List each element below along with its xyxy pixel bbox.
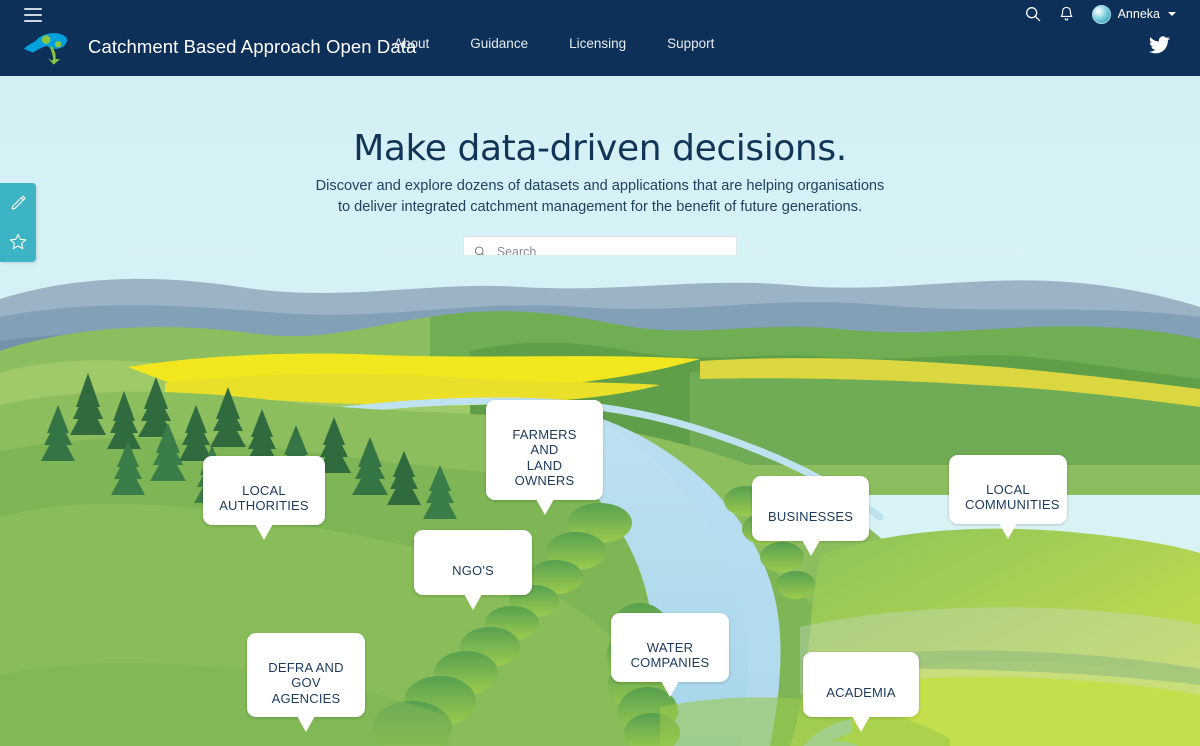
callout-label: LOCAL COMMUNITIES — [965, 481, 1060, 513]
callout-label: NGO'S — [452, 562, 494, 578]
callout-local-communities[interactable]: LOCAL COMMUNITIES — [949, 455, 1067, 538]
callout-water-companies[interactable]: WATER COMPANIES — [611, 613, 729, 696]
callout-academia[interactable]: ACADEMIA — [803, 652, 919, 732]
callout-ngos[interactable]: NGO'S — [414, 530, 532, 610]
pencil-edit-icon[interactable] — [10, 194, 27, 211]
callout-label: WATER COMPANIES — [630, 639, 710, 671]
hero-subtitle-line-2: to deliver integrated catchment manageme… — [337, 199, 863, 215]
search-icon[interactable] — [1025, 6, 1041, 22]
twitter-icon[interactable] — [1149, 36, 1170, 59]
callout-label: DEFRA AND GOV AGENCIES — [268, 659, 344, 706]
user-name-label: Anneka — [1117, 7, 1160, 21]
hero-section: Make data-driven decisions. Discover and… — [0, 76, 1200, 281]
bell-icon[interactable] — [1059, 6, 1074, 22]
nav-item-support[interactable]: Support — [667, 36, 714, 51]
hero-subtitle: Discover and explore dozens of datasets … — [0, 176, 1200, 218]
page-root: Catchment Based Approach Open Data About… — [0, 0, 1200, 746]
menu-bar-3 — [24, 20, 42, 22]
user-menu[interactable]: Anneka — [1091, 4, 1176, 24]
brand-title: Catchment Based Approach Open Data — [88, 36, 417, 57]
menu-bar-1 — [24, 8, 42, 10]
main-navigation: About Guidance Licensing Support — [394, 36, 714, 51]
menu-bar-2 — [24, 14, 42, 16]
side-tool-panel — [0, 183, 36, 262]
callout-label: FARMERS AND LAND OWNERS — [512, 426, 577, 489]
callout-local-authorities[interactable]: LOCAL AUTHORITIES — [203, 456, 325, 539]
callout-label: ACADEMIA — [826, 684, 896, 700]
header-utility-bar: Anneka — [1025, 0, 1176, 28]
callout-businesses[interactable]: BUSINESSES — [752, 476, 869, 556]
star-favorite-icon[interactable] — [9, 233, 27, 251]
nav-item-guidance[interactable]: Guidance — [470, 36, 528, 51]
callout-label: BUSINESSES — [768, 508, 854, 524]
chevron-down-icon — [1168, 12, 1176, 16]
site-header: Catchment Based Approach Open Data About… — [0, 0, 1200, 76]
page-title: Make data-driven decisions. — [353, 128, 847, 169]
hamburger-menu-icon[interactable] — [24, 4, 48, 26]
callout-label: LOCAL AUTHORITIES — [219, 482, 309, 514]
callout-farmers-land-owners[interactable]: FARMERS AND LAND OWNERS — [486, 400, 603, 514]
hero-subtitle-line-1: Discover and explore dozens of datasets … — [315, 178, 885, 194]
nav-item-about[interactable]: About — [394, 36, 429, 51]
user-avatar — [1091, 4, 1111, 24]
catchment-wave-logo — [23, 33, 67, 65]
nav-item-licensing[interactable]: Licensing — [569, 36, 626, 51]
callout-defra-gov-agencies[interactable]: DEFRA AND GOV AGENCIES — [247, 633, 365, 732]
brand-link[interactable]: Catchment Based Approach Open Data — [22, 28, 416, 66]
